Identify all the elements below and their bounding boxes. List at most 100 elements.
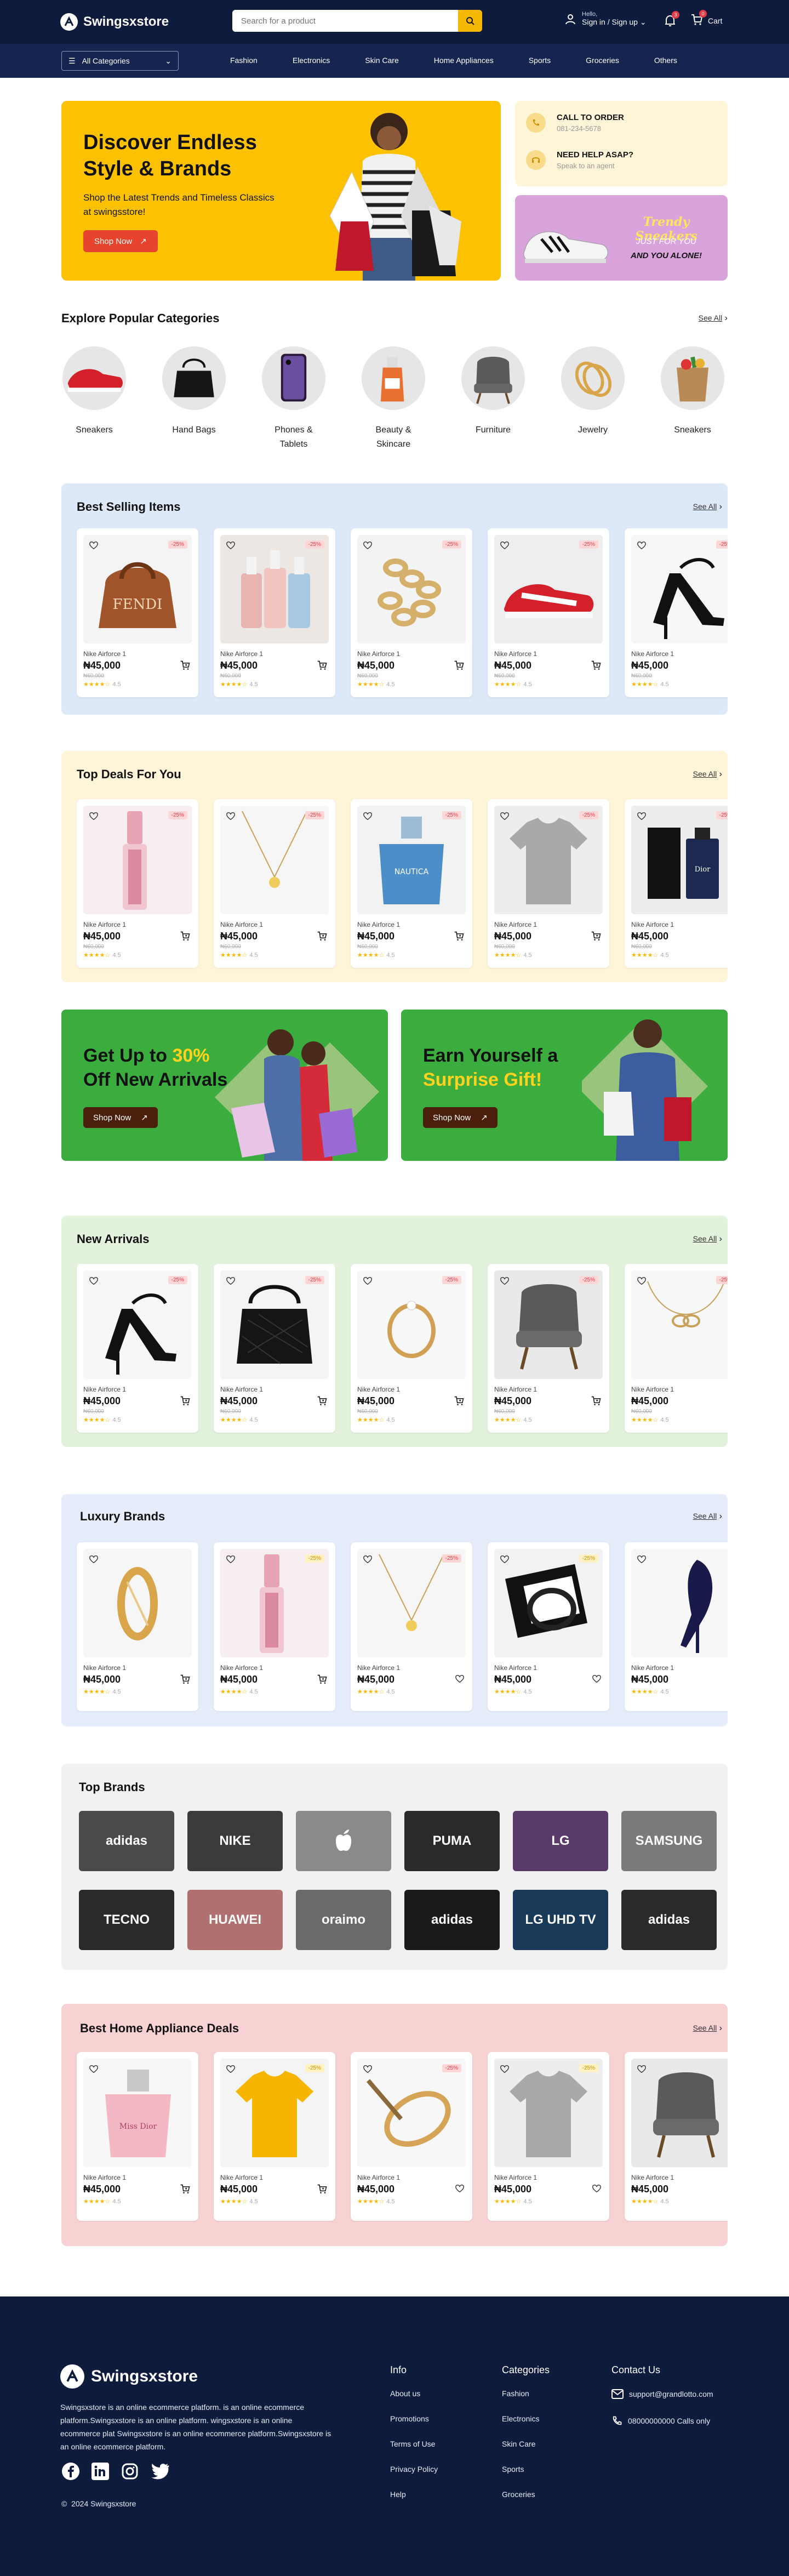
all-categories-dropdown[interactable]: ☰ All Categories ⌄ [61, 51, 179, 71]
footer-link-sports[interactable]: Sports [502, 2465, 550, 2474]
facebook-icon[interactable] [61, 2462, 80, 2481]
nav-link-others[interactable]: Others [654, 56, 677, 65]
brand-logo[interactable]: Swingsxstore [60, 13, 169, 31]
add-to-cart-icon[interactable] [317, 1674, 328, 1688]
wishlist-heart-icon[interactable] [89, 540, 100, 551]
nav-link-sports[interactable]: Sports [529, 56, 551, 65]
product-card[interactable]: -25% Nike Airforce 1 ₦45,000 ★★★★☆ 4.5 [351, 2052, 472, 2221]
add-to-cart-icon[interactable] [454, 931, 465, 944]
wishlist-heart-icon[interactable] [226, 811, 237, 822]
category-phones-tablets[interactable]: Phones & Tablets [261, 346, 327, 452]
brand-tile-tecno[interactable]: TECNO [79, 1890, 174, 1950]
wishlist-heart-icon[interactable] [363, 811, 374, 822]
add-to-cart-icon[interactable] [591, 1395, 602, 1409]
wishlist-heart-icon[interactable] [363, 2064, 374, 2075]
add-to-cart-icon[interactable] [180, 931, 191, 944]
promo1-shop-now-button[interactable]: Shop Now ↗ [83, 1107, 158, 1128]
footer-link-fashion[interactable]: Fashion [502, 2389, 550, 2398]
category-jewelry[interactable]: Jewelry [560, 346, 626, 437]
add-to-cart-icon[interactable] [454, 660, 465, 674]
category-beauty-skincare[interactable]: Beauty & Skincare [361, 346, 426, 452]
wishlist-heart-icon[interactable] [500, 2064, 511, 2075]
add-to-cart-icon[interactable] [455, 1674, 465, 1686]
twitter-icon[interactable] [150, 2462, 170, 2481]
product-card[interactable]: Nike Airforce 1 ₦45,000 ★★★★☆ 4.5 [625, 2052, 728, 2221]
footer-email[interactable]: support@grandlotto.com [611, 2389, 713, 2399]
wishlist-heart-icon[interactable] [637, 1554, 648, 1565]
wishlist-heart-icon[interactable] [226, 1554, 237, 1565]
wishlist-heart-icon[interactable] [500, 540, 511, 551]
add-to-cart-icon[interactable] [180, 1674, 191, 1688]
categories-see-all[interactable]: See All › [699, 314, 728, 323]
surprise-gift-promo[interactable]: Earn Yourself a Surprise Gift! Shop Now ↗ [401, 1010, 728, 1161]
wishlist-heart-icon[interactable] [89, 1276, 100, 1287]
linkedin-icon[interactable] [91, 2462, 110, 2481]
brand-tile-lg[interactable]: LG [513, 1811, 608, 1871]
need-help[interactable]: NEED HELP ASAP? Speak to an agent [526, 150, 633, 170]
wishlist-heart-icon[interactable] [89, 2064, 100, 2075]
nav-link-fashion[interactable]: Fashion [230, 56, 258, 65]
wishlist-heart-icon[interactable] [363, 1554, 374, 1565]
product-card[interactable]: Miss Dior Nike Airforce 1 ₦45,000 ★★★★☆ 4.5 [77, 2052, 198, 2221]
footer-link-electronics[interactable]: Electronics [502, 2414, 550, 2423]
best-selling-see-all[interactable]: See All › [693, 502, 722, 512]
footer-logo[interactable]: Swingsxstore [60, 2364, 198, 2389]
add-to-cart-icon[interactable] [317, 931, 328, 944]
footer-link-about[interactable]: About us [390, 2389, 438, 2398]
product-card[interactable]: -25% Nike Airforce 1 ₦45,000 ₦60,000 ★★★★☆4.… [214, 799, 335, 968]
wishlist-heart-icon[interactable] [363, 540, 374, 551]
wishlist-heart-icon[interactable] [363, 1276, 374, 1287]
wishlist-heart-icon[interactable] [637, 2064, 648, 2075]
product-card[interactable]: FENDI -25% Nike Airforce 1 ₦45,000 ₦60,000 ★★… [77, 528, 198, 697]
product-card[interactable]: -25% Nike Airforce 1 ₦45,000 ₦60,000 ★★★★☆4.… [488, 1264, 609, 1433]
add-to-cart-icon[interactable] [454, 1395, 465, 1409]
add-to-cart-icon[interactable] [317, 2184, 328, 2197]
add-to-cart-icon[interactable] [592, 1674, 602, 1686]
search-button[interactable] [458, 10, 482, 32]
brand-tile-oraimo[interactable]: oraimo [296, 1890, 391, 1950]
add-to-cart-icon[interactable] [180, 2184, 191, 2197]
footer-link-groceries[interactable]: Groceries [502, 2490, 550, 2499]
add-to-cart-icon[interactable] [317, 660, 328, 674]
notifications-button[interactable]: 3 [664, 11, 679, 30]
add-to-cart-icon[interactable] [317, 1395, 328, 1409]
cart-button[interactable]: 0 Cart [690, 10, 722, 28]
product-card[interactable]: Nike Airforce 1 ₦45,000 ★★★★☆ 4.5 [625, 1542, 728, 1711]
wishlist-heart-icon[interactable] [89, 1554, 100, 1565]
add-to-cart-icon[interactable] [180, 1395, 191, 1409]
wishlist-heart-icon[interactable] [500, 1554, 511, 1565]
product-card[interactable]: -25% Nike Airforce 1 ₦45,000 ★★★★☆ 4.5 [214, 2052, 335, 2221]
call-to-order[interactable]: CALL TO ORDER 081-234-5678 [526, 113, 624, 133]
product-card[interactable]: -25% Nike Airforce 1 ₦45,000 ₦60,000 ★★★★☆4.… [488, 799, 609, 968]
footer-link-promotions[interactable]: Promotions [390, 2414, 438, 2423]
wishlist-heart-icon[interactable] [226, 1276, 237, 1287]
product-card[interactable]: -25% Nike Airforce 1 ₦45,000 ₦60,000 ★★★★☆4.… [351, 528, 472, 697]
add-to-cart-icon[interactable] [591, 660, 602, 674]
top-deals-see-all[interactable]: See All › [693, 770, 722, 779]
signin-link[interactable]: Sign in / Sign up [582, 18, 638, 26]
product-card[interactable]: -25% Nike Airforce 1 ₦45,000 ₦60,000 ★★★★☆4.… [625, 528, 728, 697]
trendy-sneakers-banner[interactable]: Trendy Sneakers JUST FOR YOU AND YOU ALO… [515, 195, 728, 281]
brand-tile-huawei[interactable]: HUAWEI [187, 1890, 283, 1950]
nav-link-groceries[interactable]: Groceries [586, 56, 619, 65]
product-card[interactable]: -25% Nike Airforce 1 ₦45,000 ₦60,000 ★★★★☆4.… [488, 528, 609, 697]
instagram-icon[interactable] [121, 2462, 139, 2481]
promo2-shop-now-button[interactable]: Shop Now ↗ [423, 1107, 498, 1128]
category-sneakers-2[interactable]: Sneakers [660, 346, 725, 437]
brand-tile-apple[interactable] [296, 1811, 391, 1871]
add-to-cart-icon[interactable] [455, 2184, 465, 2196]
category-furniture[interactable]: Furniture [460, 346, 526, 437]
brand-tile-adidas[interactable]: adidas [621, 1890, 717, 1950]
wishlist-heart-icon[interactable] [226, 540, 237, 551]
luxury-see-all[interactable]: See All › [693, 1512, 722, 1521]
product-card[interactable]: NAUTICA -25% Nike Airforce 1 ₦45,000 ₦60,000… [351, 799, 472, 968]
footer-link-terms[interactable]: Terms of Use [390, 2440, 438, 2448]
product-card[interactable]: -25% Nike Airforce 1 ₦45,000 ₦60,000 ★★★★☆4.… [77, 1264, 198, 1433]
product-card[interactable]: -25% Nike Airforce 1 ₦45,000 ₦60,000 ★★★★☆4.… [214, 528, 335, 697]
product-card[interactable]: -25% Nike Airforce 1 ₦45,000 ★★★★☆ 4.5 [351, 1542, 472, 1711]
product-card[interactable]: -25% Nike Airforce 1 ₦45,000 ₦60,000 ★★★★☆4.… [625, 1264, 728, 1433]
wishlist-heart-icon[interactable] [89, 811, 100, 822]
product-card[interactable]: -25% Nike Airforce 1 ₦45,000 ★★★★☆ 4.5 [214, 1542, 335, 1711]
product-card[interactable]: -25% Nike Airforce 1 ₦45,000 ₦60,000 ★★★★☆4.… [214, 1264, 335, 1433]
hero-shop-now-button[interactable]: Shop Now ↗ [83, 230, 158, 252]
